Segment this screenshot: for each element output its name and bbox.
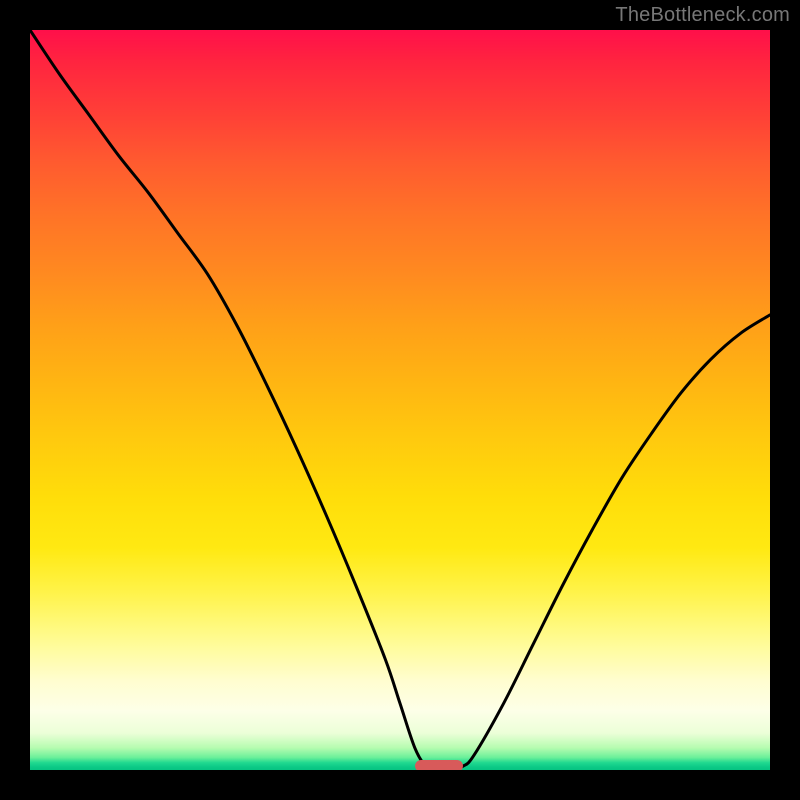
optimum-marker — [415, 760, 463, 770]
chart-frame: TheBottleneck.com — [0, 0, 800, 800]
watermark-text: TheBottleneck.com — [615, 4, 790, 27]
plot-area — [30, 30, 770, 770]
bottleneck-curve — [30, 30, 770, 770]
